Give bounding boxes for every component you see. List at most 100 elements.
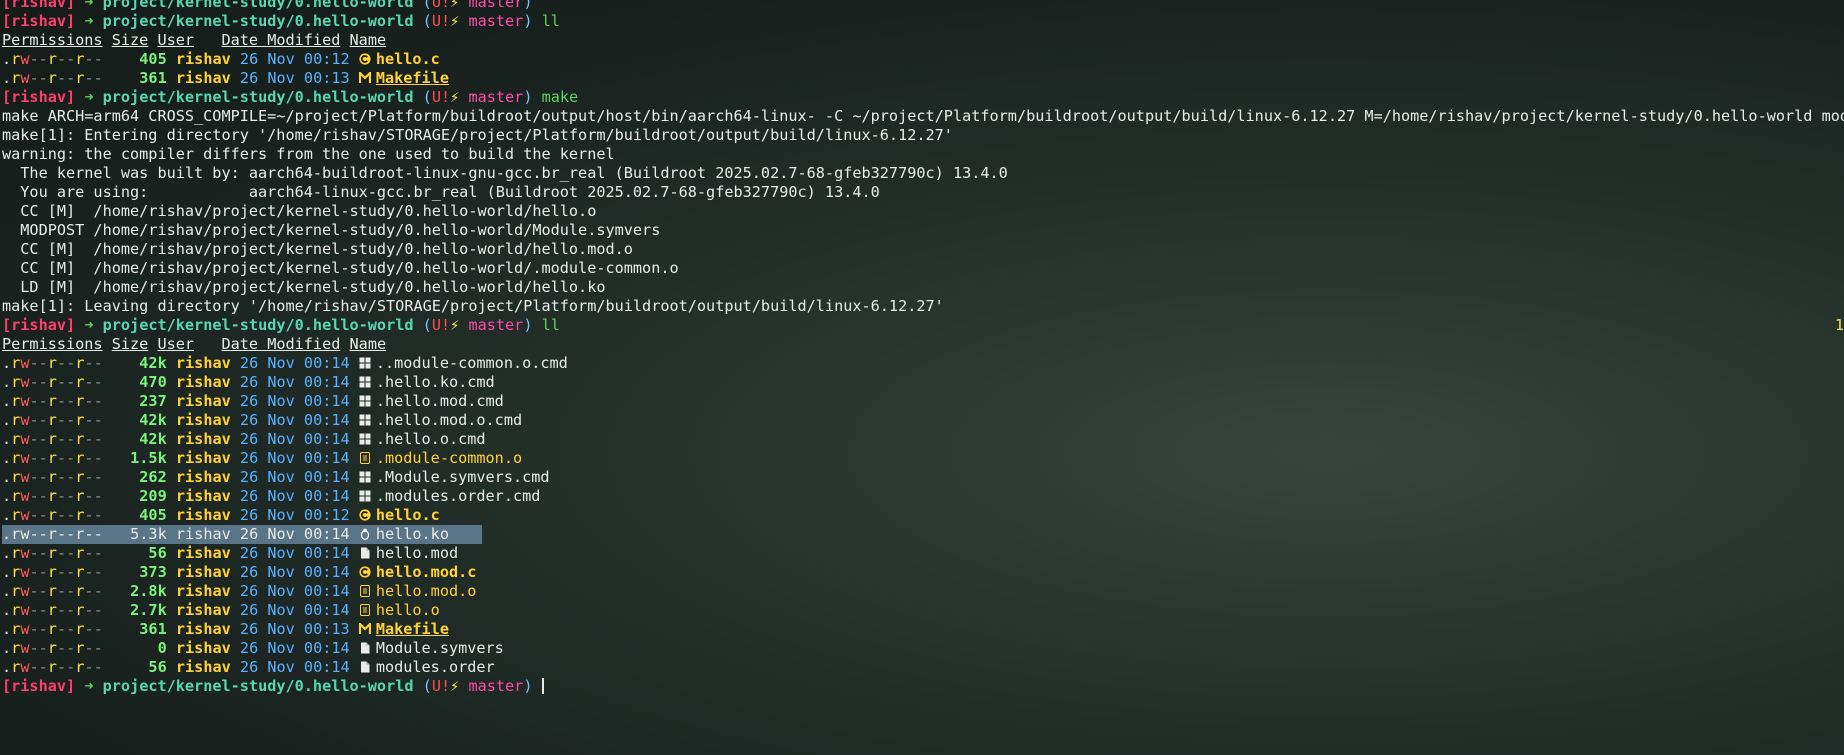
file-size: 5.3k [102,525,167,543]
permissions: .rw--r--r-- [2,50,103,68]
list-item: .rw--r--r-- 470 rishav 26 Nov 00:14 .hel… [2,373,1844,392]
file-owner: rishav [175,582,231,600]
file-size: 42k [102,354,167,372]
file-date: 26 Nov 00:13 [239,69,350,87]
prompt-arrow-icon: ➜ [84,88,94,106]
column-header: Size [111,31,149,49]
make-output-line: make ARCH=arm64 CROSS_COMPILE=~/project/… [2,107,1844,126]
column-header: Size [111,335,149,353]
permissions: .rw--r--r-- [2,506,103,524]
prompt-arrow-icon: ➜ [84,12,94,30]
file-size: 262 [102,468,167,486]
windows-icon [359,395,371,407]
permissions: .rw--r--r-- [2,449,103,467]
file-date: 26 Nov 00:14 [239,563,350,581]
file-owner: rishav [175,50,231,68]
file-name[interactable]: .hello.o.cmd [376,430,486,448]
file-name[interactable]: hello.mod.c [376,563,477,581]
make-output-line: CC [M] /home/rishav/project/kernel-study… [2,202,1844,221]
file-date: 26 Nov 00:14 [239,582,350,600]
file-owner: rishav [175,354,231,372]
output-text: make[1]: Entering directory '/home/risha… [2,126,953,144]
file-name[interactable]: hello.mod [376,544,458,562]
file-name[interactable]: .Module.symvers.cmd [376,468,550,486]
list-item: .rw--r--r-- 56 rishav 26 Nov 00:14 modul… [2,658,1844,677]
file-size: 56 [102,658,167,676]
file-name[interactable]: .hello.mod.cmd [376,392,504,410]
prompt-git-open: ( [422,316,432,334]
output-text: CC [M] /home/rishav/project/kernel-study… [2,240,633,258]
prompt-git-close: ) [523,316,533,334]
file-name[interactable]: hello.ko [376,525,449,543]
git-status: U! [431,12,451,30]
file-name[interactable]: hello.mod.o [376,582,477,600]
file-name[interactable]: hello.o [376,601,440,619]
file-name[interactable]: .module-common.o [376,449,522,467]
list-item: .rw--r--r-- 405 rishav 26 Nov 00:12 hell… [2,50,1844,69]
file-date: 26 Nov 00:14 [239,430,350,448]
list-item: .rw--r--r-- 237 rishav 26 Nov 00:14 .hel… [2,392,1844,411]
prompt-path: project/kernel-study/0.hello-world [102,12,414,30]
permissions: .rw--r--r-- [2,620,103,638]
file-icon [360,642,370,654]
file-name[interactable]: .modules.order.cmd [376,487,541,505]
git-status: U! [431,677,451,695]
column-header: User [157,31,195,49]
make-output-line: MODPOST /home/rishav/project/kernel-stud… [2,221,1844,240]
list-item: .rw--r--r-- 42k rishav 26 Nov 00:14 .hel… [2,411,1844,430]
prompt-user: [rishav] [2,677,76,695]
git-status: U! [431,316,451,334]
permissions: .rw--r--r-- [2,430,103,448]
file-name[interactable]: Module.symvers [376,639,504,657]
terminal[interactable]: [rishav] ➜ project/kernel-study/0.hello-… [2,0,1844,696]
text-cursor[interactable] [541,678,544,694]
permissions: .rw--r--r-- [2,601,103,619]
listing-header: Permissions Size User Date Modified Name [2,335,1844,354]
git-branch: master [468,677,524,695]
column-header: Date Modified [221,31,341,49]
file-size: 2.8k [102,582,167,600]
file-name[interactable]: Makefile [376,620,449,638]
column-header: Date Modified [221,335,341,353]
file-owner: rishav [175,430,231,448]
output-text: MODPOST /home/rishav/project/kernel-stud… [2,221,661,239]
branch-icon: ⚡ [450,677,460,695]
file-date: 26 Nov 00:14 [239,468,350,486]
file-name[interactable]: hello.c [376,50,440,68]
file-name[interactable]: .hello.mod.o.cmd [376,411,522,429]
file-date: 26 Nov 00:14 [239,544,350,562]
output-text: make ARCH=arm64 CROSS_COMPILE=~/project/… [2,107,1844,125]
file-size: 405 [102,50,167,68]
prompt-git-open: ( [422,88,432,106]
file-owner: rishav [175,658,231,676]
prompt-line: [rishav] ➜ project/kernel-study/0.hello-… [2,677,1844,696]
permissions: .rw--r--r-- [2,544,103,562]
prompt-path: project/kernel-study/0.hello-world [102,316,414,334]
prompt-user: [rishav] [2,0,76,11]
file-owner: rishav [175,639,231,657]
permissions: .rw--r--r-- [2,487,103,505]
file-name[interactable]: hello.c [376,506,440,524]
object-file-icon [359,585,370,597]
file-name[interactable]: Makefile [376,69,449,87]
prompt-git-open: ( [422,0,432,11]
file-name[interactable]: ..module-common.o.cmd [376,354,568,372]
column-header: Name [349,31,387,49]
file-owner: rishav [175,392,231,410]
file-name[interactable]: .hello.ko.cmd [376,373,495,391]
permissions: .rw--r--r-- [2,392,103,410]
prompt-path: project/kernel-study/0.hello-world [102,88,414,106]
prompt-git-open: ( [422,12,432,30]
list-item: .rw--r--r-- 42k rishav 26 Nov 00:14 ..mo… [2,354,1844,373]
permissions: .rw--r--r-- [2,69,103,87]
linux-icon [360,528,369,540]
file-size: 1.5k [102,449,167,467]
list-item: .rw--r--r-- 1.5k rishav 26 Nov 00:14 .mo… [2,449,1844,468]
permissions: .rw--r--r-- [2,525,103,543]
prompt-user: [rishav] [2,12,76,30]
right-indicator: 1 [1834,316,1844,334]
file-date: 26 Nov 00:14 [239,487,350,505]
file-size: 361 [102,620,167,638]
c-file-icon [359,566,371,578]
file-name[interactable]: modules.order [376,658,495,676]
